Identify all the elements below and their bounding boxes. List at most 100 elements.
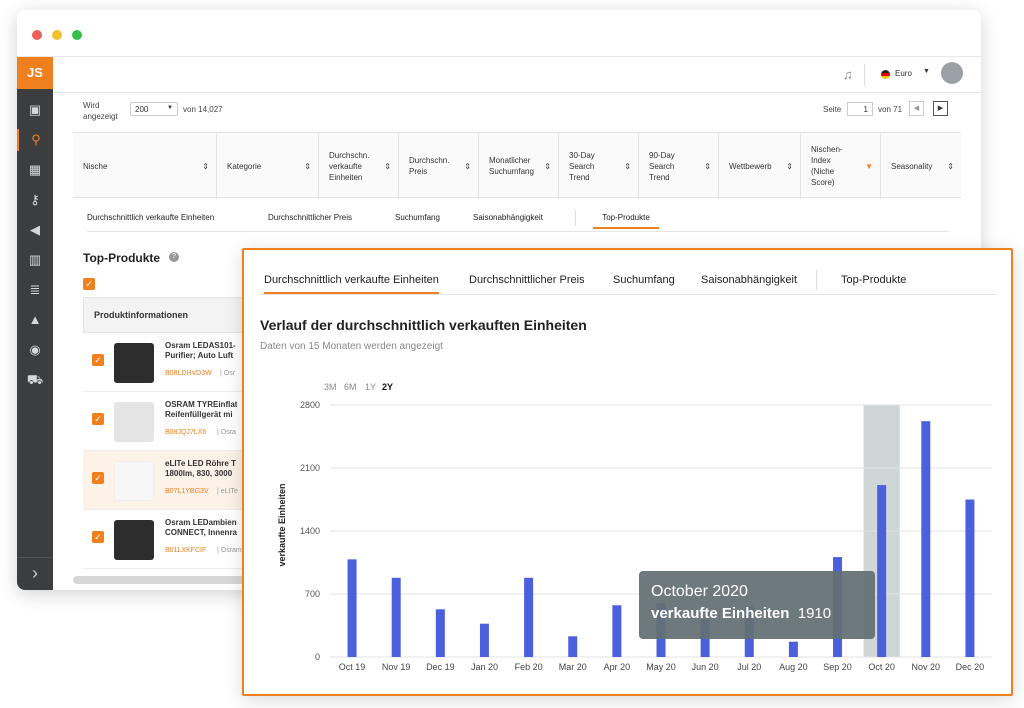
box-icon[interactable]: ▦ [17,159,53,181]
chart-icon[interactable]: ▥ [17,249,53,271]
product-brand: | Osr [220,370,236,377]
bar-jan-20 [479,623,489,657]
list-item[interactable]: ✓ eLITe LED Röhre T 1800lm, 830, 3000 B07… [83,451,243,510]
sort-icon: ⇕ [202,162,209,171]
x-tick-label: Feb 20 [515,662,543,672]
back-tab-price[interactable]: Durchschnittlicher Preis [268,213,352,222]
bar-nov-20 [921,421,931,657]
product-asin-link[interactable]: B08LDHVD3W [165,370,212,377]
expand-sidebar-icon[interactable]: › [17,557,53,590]
x-tick-label: Aug 20 [779,662,808,672]
col-competition[interactable]: Wettbewerb ⇕ [719,133,801,199]
cart-icon[interactable]: ⛟ [17,369,53,391]
col-search-volume[interactable]: Monatlicher Suchumfang ⇕ [479,133,559,199]
sort-icon: ⇕ [544,162,551,171]
product-asin-link[interactable]: B08JQJ7LX6 [165,429,206,436]
product-asin-link[interactable]: B01LXKFCIF [165,547,206,554]
sort-desc-icon: ▼ [865,162,873,171]
bar-apr-20 [612,605,622,657]
bar-oct-19 [347,559,357,657]
col-label: Durchschn. verkaufte Einheiten [329,150,370,182]
product-asin-link[interactable]: B07L1YBG3V [165,488,209,495]
col-kategorie[interactable]: Kategorie ⇕ [217,133,319,199]
maximize-window-button[interactable] [72,30,82,40]
product-image [114,343,154,383]
product-brand: | eLITe [217,488,238,495]
product-brand: | Osra [217,429,236,436]
currency-select[interactable]: Euro [895,69,912,78]
graduation-cap-icon[interactable]: ▲ [17,309,53,331]
product-image [114,402,154,442]
shown-label: Wird angezeigt [83,100,118,122]
y-tick-label: 700 [305,589,320,599]
per-page-value: 200 [135,105,149,114]
y-tick-label: 0 [315,652,320,662]
key-icon[interactable]: ⚷ [17,189,53,211]
stack-icon[interactable]: ≣ [17,279,53,301]
search-icon[interactable]: ⚲ [17,129,53,151]
globe-icon[interactable]: ◉ [17,339,53,361]
gift-icon[interactable]: ▣ [17,99,53,121]
col-niche-score[interactable]: Nischen-Index (Niche Score) ▼ [801,133,881,199]
row-checkbox[interactable]: ✓ [92,531,104,543]
bar-chart: 0 700 1400 2100 2800 Oct 19 Nov 19 Dec 19 Jan 20… [300,400,992,672]
product-title: Osram LEDambien CONNECT, Innenra [165,518,237,538]
back-tab-top-products[interactable]: Top-Produkte [593,213,659,229]
product-title: Osram LEDAS101- Purifier; Auto Luft [165,341,236,361]
prev-page-button[interactable]: ◀ [909,101,924,116]
list-item[interactable]: ✓ Osram LEDambien CONNECT, Innenra B01LXK… [83,510,243,569]
col-label: Nische [83,161,108,171]
x-tick-label: Jul 20 [737,662,761,672]
row-checkbox[interactable]: ✓ [92,413,104,425]
col-nische[interactable]: Nische ⇕ [73,133,217,199]
avatar[interactable] [941,62,963,84]
col-90day-trend[interactable]: 90-Day Search Trend ⇕ [639,133,719,199]
col-seasonality[interactable]: Seasonality ⇕ [881,133,961,199]
x-tick-label: Nov 20 [912,662,941,672]
list-item[interactable]: ✓ OSRAM TYREinflat Reifenfüllgerät mi B08… [83,392,243,451]
sort-icon: ⇕ [384,162,391,171]
back-tab-search[interactable]: Suchumfang [395,213,440,222]
product-title-line1: Osram LEDAS101- [165,341,236,350]
x-tick-label: Sep 20 [823,662,852,672]
back-tab-units[interactable]: Durchschnittlich verkaufte Einheiten [87,213,214,222]
list-item[interactable]: ✓ Osram LEDAS101- Purifier; Auto Luft B08… [83,333,243,392]
product-title-line2: 1800lm, 830, 3000 [165,469,233,478]
megaphone-icon[interactable]: ◀ [17,219,53,241]
sort-icon: ⇕ [464,162,471,171]
back-tab-seasonality[interactable]: Saisonabhängigkeit [473,213,543,222]
x-tick-label: May 20 [646,662,676,672]
bar-feb-20 [524,577,534,657]
col-price[interactable]: Durchschn. Preis ⇕ [399,133,479,199]
chevron-down-icon: ▼ [167,105,173,111]
product-image [114,520,154,560]
total-count: von 14,027 [183,105,223,114]
tabs-underline [87,231,949,232]
chart-tooltip: October 2020 verkaufte Einheiten 1910 [639,571,875,639]
row-checkbox[interactable]: ✓ [92,472,104,484]
col-label: Kategorie [227,161,262,171]
product-image [114,461,154,501]
col-label: 90-Day Search Trend [649,150,675,182]
col-units[interactable]: Durchschn. verkaufte Einheiten ⇕ [319,133,399,199]
product-title-line2: CONNECT, Innenra [165,528,238,537]
sidebar: JS ▣ ⚲ ▦ ⚷ ◀ ▥ ≣ ▲ ◉ ⛟ › [17,57,53,590]
product-title-line2: Reifenfüllgerät mi [165,410,233,419]
page-input[interactable]: 1 [847,102,873,116]
x-tick-label: Mar 20 [559,662,587,672]
minimize-window-button[interactable] [52,30,62,40]
help-icon[interactable]: ? [169,252,179,262]
bar-aug-20 [788,641,798,657]
chevron-down-icon[interactable]: ▼ [923,68,930,75]
bell-icon[interactable]: ♫ [843,67,853,82]
col-30day-trend[interactable]: 30-Day Search Trend ⇕ [559,133,639,199]
row-checkbox[interactable]: ✓ [92,354,104,366]
close-window-button[interactable] [32,30,42,40]
per-page-select[interactable]: 200 ▼ [130,102,178,116]
select-all-checkbox[interactable]: ✓ [83,278,95,290]
page-label: Seite [823,105,842,114]
next-page-button[interactable]: ▶ [933,101,948,116]
sort-icon: ⇕ [624,162,631,171]
product-title-line2: Purifier; Auto Luft [165,351,234,360]
horizontal-scrollbar[interactable] [73,576,263,584]
